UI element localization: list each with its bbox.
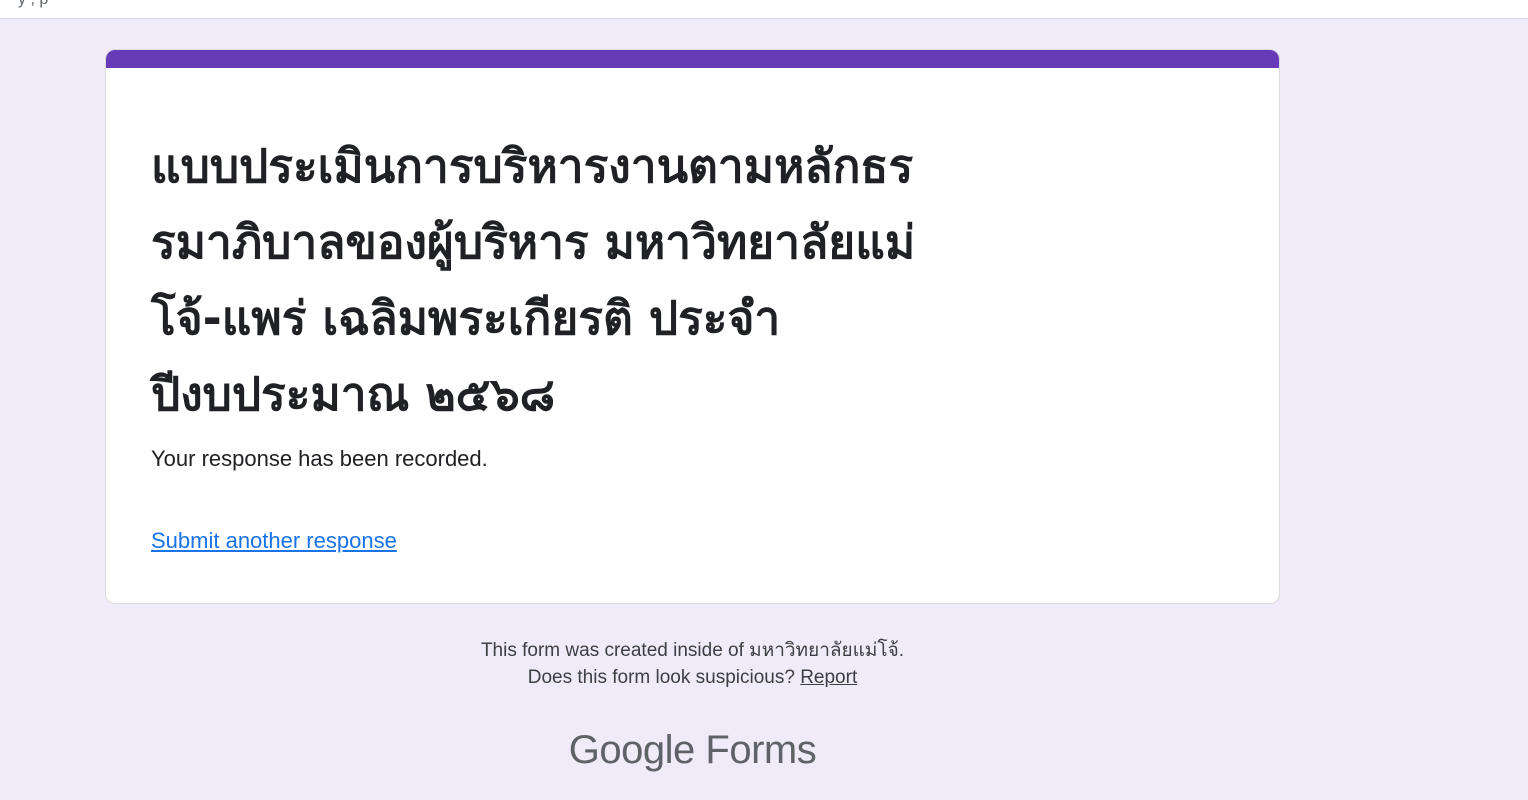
response-recorded-message: Your response has been recorded. [151, 446, 488, 471]
google-wordmark: Google [568, 728, 695, 772]
suspicious-question: Does this form look suspicious? [527, 667, 795, 688]
submit-another-response-link[interactable]: Submit another response [151, 528, 397, 554]
form-footer: This form was created inside of มหาวิทยา… [0, 637, 1385, 691]
form-title: แบบประเมินการบริหารงานตามหลักธร รมาภิบาล… [151, 139, 916, 421]
browser-top-strip: y , p [0, 0, 1528, 19]
suspicious-line: Does this form look suspicious? Report [0, 664, 1385, 691]
google-forms-logo[interactable]: Google Forms [0, 728, 1385, 773]
created-inside-text: This form was created inside of มหาวิทยา… [480, 640, 905, 661]
clipped-header-text: y , p [18, 0, 48, 9]
card-accent-bar [106, 50, 1279, 68]
confirmation-card: แบบประเมินการบริหารงานตามหลักธร รมาภิบาล… [105, 49, 1280, 604]
report-link[interactable]: Report [800, 667, 857, 688]
forms-wordmark: Forms [705, 728, 817, 772]
